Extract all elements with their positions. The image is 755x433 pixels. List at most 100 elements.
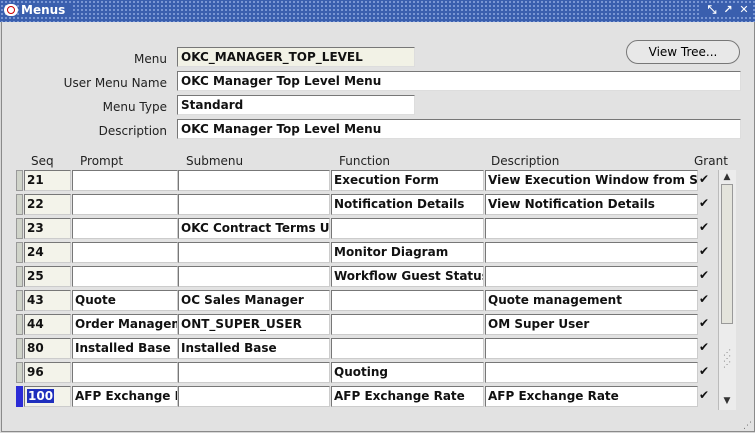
prompt-cell[interactable]: Order Managem — [72, 314, 178, 335]
seq-cell[interactable]: 44 — [24, 314, 71, 335]
description-cell[interactable]: AFP Exchange Rate — [485, 386, 698, 407]
prompt-text: AFP Exchange F — [75, 389, 178, 403]
row-indicator[interactable] — [16, 314, 23, 335]
prompt-cell[interactable]: Quote — [72, 290, 178, 311]
grant-checkbox[interactable]: ✔ — [699, 221, 710, 233]
function-cell[interactable] — [331, 218, 484, 239]
submenu-cell[interactable] — [178, 362, 330, 383]
grant-checkbox[interactable]: ✔ — [699, 269, 710, 281]
submenu-cell[interactable] — [178, 242, 330, 263]
row-indicator[interactable] — [16, 218, 23, 239]
description-cell[interactable] — [485, 362, 698, 383]
description-cell[interactable] — [485, 242, 698, 263]
function-cell[interactable]: Monitor Diagram — [331, 242, 484, 263]
submenu-cell[interactable]: ONT_SUPER_USER — [178, 314, 330, 335]
row-indicator[interactable] — [16, 170, 23, 191]
menu-field[interactable]: OKC_MANAGER_TOP_LEVEL — [177, 47, 415, 67]
function-cell[interactable]: Execution Form — [331, 170, 484, 191]
grant-checkbox[interactable]: ✔ — [699, 317, 710, 329]
function-cell[interactable]: Workflow Guest Status I — [331, 266, 484, 287]
view-tree-button[interactable]: View Tree... — [626, 40, 740, 64]
function-cell[interactable]: Quoting — [331, 362, 484, 383]
function-text: Quoting — [334, 365, 388, 379]
description-cell[interactable] — [485, 338, 698, 359]
submenu-cell[interactable]: OKC Contract Terms Us — [178, 218, 330, 239]
vertical-scrollbar[interactable]: ▲ ⋰ ⋰ ⋰ ▼ — [718, 170, 736, 410]
grant-checkbox[interactable]: ✔ — [699, 173, 710, 185]
row-indicator[interactable] — [16, 290, 23, 311]
row-indicator[interactable] — [16, 242, 23, 263]
grant-checkbox[interactable]: ✔ — [699, 245, 710, 257]
function-cell[interactable]: Notification Details — [331, 194, 484, 215]
table-row[interactable]: 23 OKC Contract Terms Us ✔ — [0, 218, 720, 242]
prompt-text: Installed Base — [75, 341, 171, 355]
description-cell[interactable] — [485, 266, 698, 287]
submenu-cell[interactable] — [178, 266, 330, 287]
function-cell[interactable] — [331, 338, 484, 359]
prompt-cell[interactable] — [72, 242, 178, 263]
table-row[interactable]: 44 Order Managem ONT_SUPER_USER OM Super Us… — [0, 314, 720, 338]
grant-checkbox[interactable]: ✔ — [699, 341, 710, 353]
row-indicator[interactable] — [16, 266, 23, 287]
grant-checkbox[interactable]: ✔ — [699, 389, 710, 401]
description-cell[interactable] — [485, 218, 698, 239]
seq-cell[interactable]: 80 — [24, 338, 71, 359]
submenu-cell[interactable] — [178, 386, 330, 407]
table-row[interactable]: 22 Notification Details View Notification … — [0, 194, 720, 218]
seq-cell[interactable]: 24 — [24, 242, 71, 263]
description-field[interactable]: OKC Manager Top Level Menu — [177, 119, 741, 139]
row-indicator[interactable] — [16, 362, 23, 383]
description-cell[interactable]: Quote management — [485, 290, 698, 311]
prompt-cell[interactable] — [72, 218, 178, 239]
seq-cell[interactable]: 22 — [24, 194, 71, 215]
table-row[interactable]: 100 AFP Exchange F AFP Exchange Rate AFP Ex… — [0, 386, 720, 410]
seq-cell[interactable]: 21 — [24, 170, 71, 191]
scroll-down-icon[interactable]: ▼ — [722, 396, 732, 406]
maximize-icon[interactable]: ↗ — [721, 3, 735, 17]
table-row[interactable]: 24 Monitor Diagram ✔ — [0, 242, 720, 266]
minimize-icon[interactable]: ⤡ — [705, 3, 719, 17]
submenu-cell[interactable]: OC Sales Manager — [178, 290, 330, 311]
prompt-cell[interactable] — [72, 266, 178, 287]
table-row[interactable]: 96 Quoting ✔ — [0, 362, 720, 386]
function-cell[interactable] — [331, 314, 484, 335]
description-cell[interactable]: View Notification Details — [485, 194, 698, 215]
user-menu-name-field[interactable]: OKC Manager Top Level Menu — [177, 71, 741, 91]
submenu-cell[interactable]: Installed Base — [178, 338, 330, 359]
function-cell[interactable]: AFP Exchange Rate — [331, 386, 484, 407]
prompt-cell[interactable] — [72, 362, 178, 383]
seq-cell[interactable]: 43 — [24, 290, 71, 311]
menu-type-field[interactable]: Standard — [177, 95, 415, 115]
submenu-cell[interactable] — [178, 194, 330, 215]
scroll-up-icon[interactable]: ▲ — [722, 172, 732, 182]
table-row[interactable]: 80 Installed Base Installed Base ✔ — [0, 338, 720, 362]
row-indicator[interactable] — [16, 386, 23, 407]
description-cell[interactable]: View Execution Window from Se — [485, 170, 698, 191]
seq-cell[interactable]: 96 — [24, 362, 71, 383]
row-indicator[interactable] — [16, 338, 23, 359]
seq-cell[interactable]: 23 — [24, 218, 71, 239]
description-cell[interactable]: OM Super User — [485, 314, 698, 335]
close-icon[interactable]: ✕ — [737, 3, 751, 17]
prompt-cell[interactable]: Installed Base — [72, 338, 178, 359]
prompt-cell[interactable]: AFP Exchange F — [72, 386, 178, 407]
function-cell[interactable] — [331, 290, 484, 311]
table-row[interactable]: 43 Quote OC Sales Manager Quote management ✔ — [0, 290, 720, 314]
prompt-cell[interactable] — [72, 170, 178, 191]
prompt-cell[interactable] — [72, 194, 178, 215]
seq-cell[interactable]: 25 — [24, 266, 71, 287]
seq-cell[interactable]: 100 — [24, 386, 71, 407]
seq-text: 43 — [27, 293, 44, 307]
grant-checkbox[interactable]: ✔ — [699, 365, 710, 377]
description-text: OM Super User — [488, 317, 590, 331]
grant-checkbox[interactable]: ✔ — [699, 293, 710, 305]
table-row[interactable]: 21 Execution Form View Execution Window fr… — [0, 170, 720, 194]
grant-checkbox[interactable]: ✔ — [699, 197, 710, 209]
user-menu-name-label: User Menu Name — [63, 76, 167, 90]
row-indicator[interactable] — [16, 194, 23, 215]
table-row[interactable]: 25 Workflow Guest Status I ✔ — [0, 266, 720, 290]
submenu-cell[interactable] — [178, 170, 330, 191]
description-text: View Notification Details — [488, 197, 655, 211]
scroll-thumb[interactable] — [721, 184, 733, 324]
resize-grip-icon[interactable]: ⋰ — [743, 421, 753, 431]
